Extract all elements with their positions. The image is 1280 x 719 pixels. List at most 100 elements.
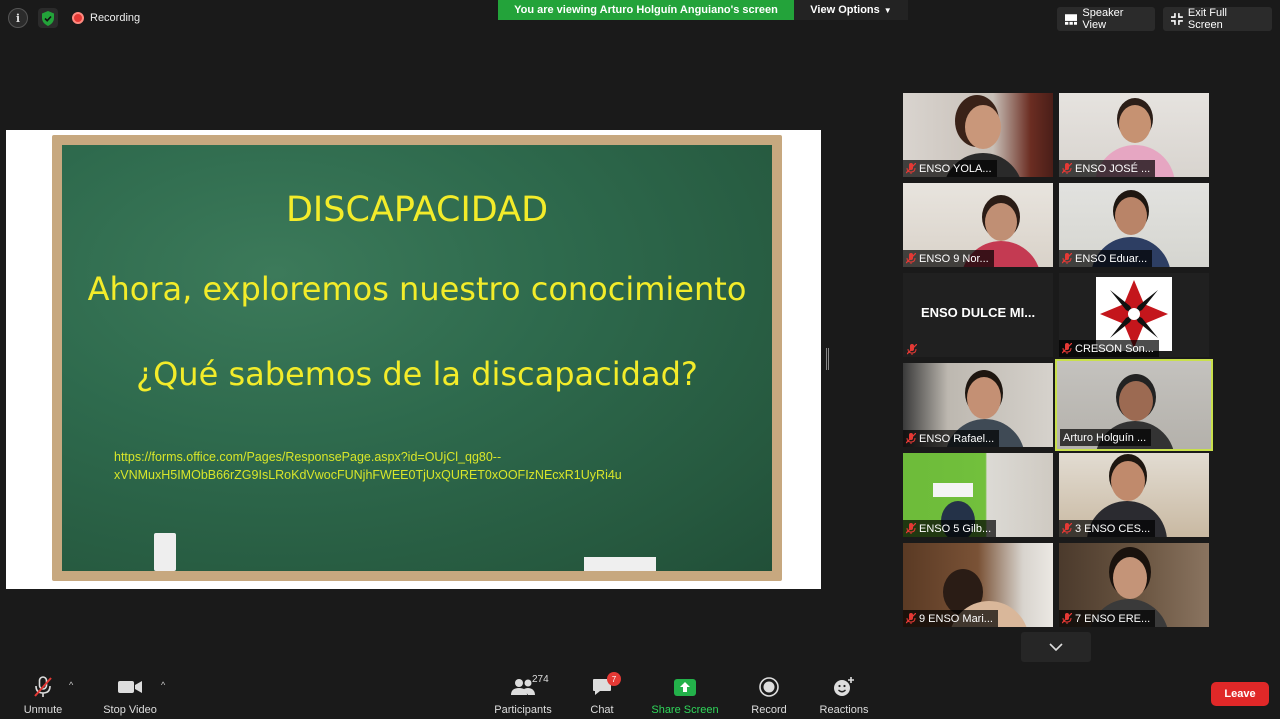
view-options-label: View Options [810, 4, 880, 16]
muted-mic-icon [906, 253, 916, 264]
participant-name: 3 ENSO CES... [1075, 522, 1151, 535]
chevron-down-icon [1049, 643, 1063, 651]
gallery-next-page-button[interactable] [1021, 632, 1091, 662]
participants-label: Participants [494, 704, 552, 716]
participant-name-label: ENSO 9 Nor... [903, 250, 994, 267]
participant-tile[interactable]: 3 ENSO CES... [1059, 453, 1209, 537]
reactions-button[interactable]: Reactions [816, 672, 872, 716]
muted-mic-icon [34, 676, 52, 697]
exit-fullscreen-button[interactable]: Exit Full Screen [1163, 7, 1272, 31]
participant-tile[interactable]: 9 ENSO Mari... [903, 543, 1053, 627]
stop-video-button[interactable]: Stop Video [100, 672, 160, 716]
participant-name: ENSO Eduar... [1075, 252, 1148, 265]
muted-mic-icon [906, 523, 916, 534]
view-options-button[interactable]: View Options ▼ [794, 0, 908, 20]
record-button[interactable]: Record [748, 672, 790, 716]
panel-resize-handle[interactable] [826, 348, 829, 370]
participant-name: ENSO 5 Gilb... [919, 522, 992, 535]
participant-name-label: 9 ENSO Mari... [903, 610, 998, 627]
participant-tile-active-speaker[interactable]: Arturo Holguín ... [1055, 359, 1213, 451]
slide-subtitle-1: Ahora, exploremos nuestro conocimiento [87, 270, 747, 308]
leave-button[interactable]: Leave [1211, 682, 1269, 706]
participant-name-label: Arturo Holguín ... [1060, 429, 1152, 446]
speaker-view-button[interactable]: Speaker View [1057, 7, 1155, 31]
chalkboard: DISCAPACIDAD Ahora, exploremos nuestro c… [62, 145, 772, 571]
participant-tile[interactable]: ENSO JOSÉ ... [1059, 93, 1209, 177]
exit-fullscreen-icon [1171, 13, 1183, 25]
muted-mic-icon [906, 613, 916, 624]
participant-tile[interactable]: ENSO 5 Gilb... [903, 453, 1053, 537]
recording-indicator[interactable]: Recording [68, 8, 144, 28]
muted-mic-icon [1062, 523, 1072, 534]
participant-name: Arturo Holguín ... [1063, 431, 1147, 444]
share-screen-label: Share Screen [651, 704, 719, 716]
shared-screen: DISCAPACIDAD Ahora, exploremos nuestro c… [6, 130, 821, 589]
record-icon [759, 677, 779, 697]
chat-button[interactable]: 7 Chat [582, 672, 622, 716]
stop-video-label: Stop Video [103, 704, 157, 716]
participant-name-label: CRESON Son... [1059, 340, 1159, 357]
muted-mic-icon [906, 163, 916, 174]
viewing-banner: You are viewing Arturo Holguín Anguiano'… [498, 0, 794, 20]
participant-name-label: 3 ENSO CES... [1059, 520, 1156, 537]
muted-mic-icon [1062, 163, 1072, 174]
participants-button[interactable]: 274 Participants [490, 672, 556, 716]
info-icon[interactable]: i [8, 8, 28, 28]
slide-link-line-2: xVNMuxH5IMObB66rZG9IsLRoKdVwocFUNjhFWEE0… [114, 468, 622, 482]
record-label: Record [751, 704, 787, 716]
share-screen-icon [674, 678, 696, 696]
participant-tile[interactable]: ENSO 9 Nor... [903, 183, 1053, 267]
record-dot-icon [72, 12, 84, 24]
slide-title: DISCAPACIDAD [285, 190, 549, 230]
grid-icon [1065, 13, 1078, 25]
speaker-view-label: Speaker View [1082, 7, 1124, 31]
participant-name-label: ENSO 5 Gilb... [903, 520, 997, 537]
muted-mic-icon [906, 433, 916, 444]
participant-tile[interactable]: 7 ENSO ERE... [1059, 543, 1209, 627]
participant-name-label: 7 ENSO ERE... [1059, 610, 1156, 627]
reactions-label: Reactions [819, 704, 869, 716]
participant-name: 7 ENSO ERE... [1075, 612, 1151, 625]
participant-name: ENSO JOSÉ ... [1075, 162, 1151, 175]
participants-count: 274 [532, 674, 549, 685]
participant-tile[interactable]: ENSO Rafael... [903, 363, 1053, 447]
chalkboard-frame: DISCAPACIDAD Ahora, exploremos nuestro c… [52, 135, 782, 581]
participant-name-label: ENSO Rafael... [903, 430, 1000, 447]
audio-options-caret[interactable]: ^ [69, 680, 73, 690]
meeting-window: i Recording You are viewing Arturo Holgu… [0, 0, 1280, 719]
video-camera-icon [118, 681, 142, 693]
chalk-piece [154, 533, 176, 571]
video-options-caret[interactable]: ^ [161, 680, 165, 690]
muted-mic-icon [1062, 613, 1072, 624]
muted-mic-icon [907, 344, 917, 355]
smiley-plus-icon [834, 677, 854, 696]
recording-label: Recording [90, 12, 141, 24]
participant-tile[interactable]: CRESON Son... [1059, 273, 1209, 357]
exit-fullscreen-label: Exit Full Screen [1187, 7, 1227, 31]
participant-tile[interactable]: ENSO YOLA... [903, 93, 1053, 177]
chevron-down-icon: ▼ [883, 5, 892, 15]
participant-name: ENSO 9 Nor... [919, 252, 989, 265]
participant-tile[interactable]: ENSO DULCE MI... [903, 273, 1053, 357]
muted-mic-icon [1062, 343, 1072, 354]
shield-check-icon[interactable] [38, 8, 58, 28]
chat-label: Chat [590, 704, 614, 716]
participant-name-label: ENSO Eduar... [1059, 250, 1153, 267]
participant-name: ENSO Rafael... [919, 432, 995, 445]
participant-name: ENSO DULCE MI... [920, 305, 1036, 320]
participant-name: ENSO YOLA... [919, 162, 992, 175]
slide-subtitle-2: ¿Qué sabemos de la discapacidad? [136, 355, 698, 393]
participant-tile[interactable]: ENSO Eduar... [1059, 183, 1209, 267]
unmute-label: Unmute [23, 704, 63, 716]
share-screen-button[interactable]: Share Screen [650, 672, 720, 716]
unmute-button[interactable]: Unmute [18, 672, 68, 716]
participant-name-label: ENSO YOLA... [903, 160, 997, 177]
participant-name: 9 ENSO Mari... [919, 612, 993, 625]
eraser [584, 557, 656, 571]
participant-name-label: ENSO JOSÉ ... [1059, 160, 1156, 177]
slide-link-line-1: https://forms.office.com/Pages/ResponseP… [114, 450, 502, 464]
muted-mic-icon [1062, 253, 1072, 264]
participant-name: CRESON Son... [1075, 342, 1154, 355]
slide-form-link[interactable]: https://forms.office.com/Pages/ResponseP… [114, 448, 622, 484]
chat-unread-badge: 7 [607, 672, 621, 686]
